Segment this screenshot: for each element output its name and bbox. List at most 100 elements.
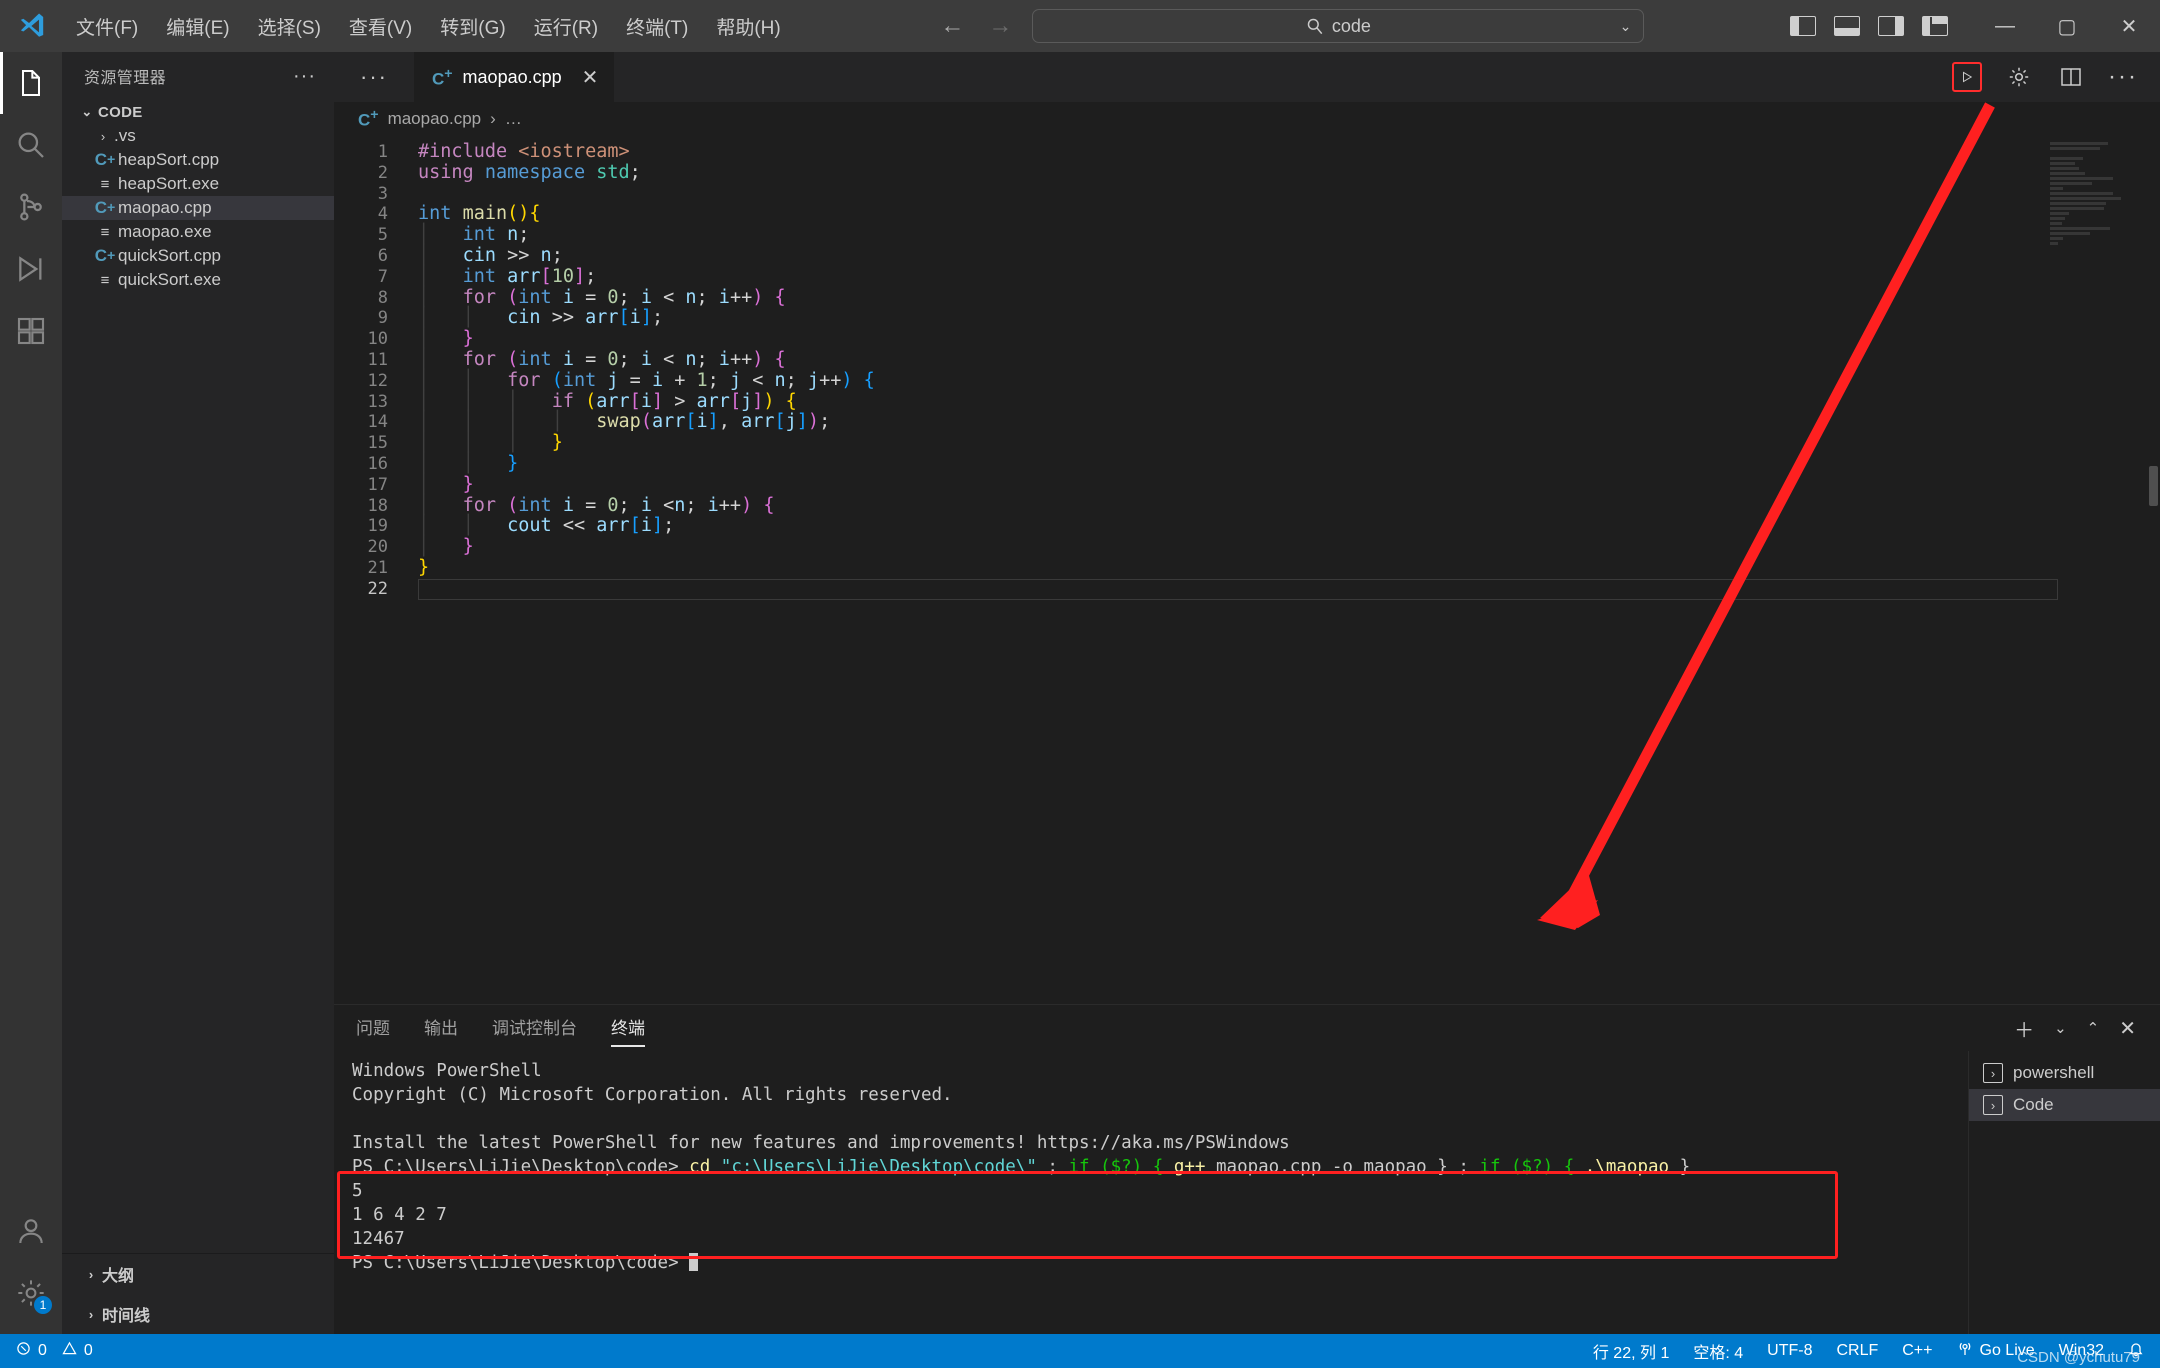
run-code-button[interactable]	[1952, 62, 1982, 92]
toggle-panel-icon[interactable]	[1834, 16, 1860, 36]
tree-root-code[interactable]: ⌄ CODE	[62, 100, 334, 124]
code-line: 19 │ │ cout << arr[i];	[334, 515, 2160, 537]
line-content: │ }	[418, 328, 474, 350]
menu-terminal[interactable]: 终端(T)	[612, 7, 702, 46]
panel-tab-output[interactable]: 输出	[424, 1014, 458, 1043]
code-line: 2 using namespace std;	[334, 162, 2160, 184]
panel-tab-problems[interactable]: 问题	[356, 1014, 390, 1043]
terminal-cursor	[689, 1253, 699, 1271]
tree-item-heapsort-exe[interactable]: ≡ heapSort.exe	[62, 172, 334, 196]
panel-body: Windows PowerShell Copyright (C) Microso…	[334, 1051, 2160, 1334]
settings-gear-icon[interactable]	[2004, 62, 2034, 92]
line-number: 12	[367, 370, 388, 391]
warning-icon	[62, 1341, 77, 1361]
terminal-final-prompt: PS C:\Users\LiJie\Desktop\code>	[352, 1253, 679, 1273]
line-number: 2	[377, 162, 388, 183]
sidebar-more-actions-icon[interactable]: ···	[293, 65, 316, 88]
panel-tab-debug-console[interactable]: 调试控制台	[492, 1014, 577, 1043]
menu-file[interactable]: 文件(F)	[62, 7, 152, 46]
terminal-cmd-if2: if ($?) {	[1479, 1157, 1575, 1177]
activity-bar: 1	[0, 52, 62, 1334]
settings-badge: 1	[34, 1296, 52, 1314]
toggle-secondary-sidebar-icon[interactable]	[1878, 16, 1904, 36]
code-editor[interactable]: 1 #include <iostream> 2 using namespace st…	[334, 136, 2160, 1004]
line-number: 9	[377, 308, 388, 329]
breadcrumb-file[interactable]: maopao.cpp	[388, 109, 482, 129]
breadcrumb-symbols[interactable]: …	[505, 109, 522, 129]
close-icon[interactable]: ✕	[582, 65, 599, 90]
scrollbar-thumb[interactable]	[2149, 466, 2158, 506]
close-button[interactable]: ✕	[2098, 0, 2160, 52]
sidebar-section-outline[interactable]: › 大纲	[62, 1254, 334, 1294]
activity-item-settings[interactable]: 1	[0, 1262, 62, 1324]
activity-item-run-and-debug[interactable]	[0, 238, 62, 300]
line-number: 3	[377, 183, 388, 204]
line-content: │ │ cin >> arr[i];	[418, 307, 664, 329]
code-line: 14 │ │ │ │ swap(arr[i], arr[j]);	[334, 411, 2160, 433]
sidebar-section-timeline[interactable]: › 时间线	[62, 1294, 334, 1334]
status-problems[interactable]: 0 0	[4, 1334, 105, 1368]
maximize-button[interactable]: ▢	[2036, 0, 2098, 52]
split-editor-icon[interactable]	[2056, 62, 2086, 92]
terminal-cmd-path: "c:\Users\LiJie\Desktop\code\"	[720, 1157, 1037, 1177]
tree-item-maopao-cpp[interactable]: C + maopao.cpp	[62, 196, 334, 220]
code-line: 9 │ │ cin >> arr[i];	[334, 307, 2160, 329]
menu-bar: 文件(F) 编辑(E) 选择(S) 查看(V) 转到(G) 运行(R) 终端(T…	[62, 7, 795, 46]
status-cursor-position[interactable]: 行 22, 列 1	[1581, 1334, 1681, 1368]
code-line: 8 │ for (int i = 0; i < n; i++) {	[334, 287, 2160, 309]
editor-scrollbar[interactable]	[2146, 136, 2160, 1004]
activity-item-explorer[interactable]	[0, 52, 62, 114]
terminal-cmd-gpp: g++	[1173, 1157, 1206, 1177]
menu-edit[interactable]: 编辑(E)	[152, 7, 243, 46]
terminal-instance-code[interactable]: › Code	[1969, 1089, 2160, 1121]
tree-item-quicksort-cpp[interactable]: C + quickSort.cpp	[62, 244, 334, 268]
tree-item-heapsort-cpp[interactable]: C + heapSort.cpp	[62, 148, 334, 172]
customize-layout-icon[interactable]	[1922, 16, 1948, 36]
tree-item-quicksort-exe[interactable]: ≡ quickSort.exe	[62, 268, 334, 292]
editor-tab-maopao-cpp[interactable]: C+ maopao.cpp ✕	[413, 52, 615, 102]
line-number: 7	[377, 266, 388, 287]
menu-selection[interactable]: 选择(S)	[244, 7, 335, 46]
terminal-dropdown-chevron-icon[interactable]: ⌄	[2054, 1019, 2067, 1037]
new-terminal-plus-icon[interactable]: ＋	[2014, 1014, 2034, 1043]
maximize-panel-chevron-icon[interactable]: ⌃	[2087, 1019, 2100, 1037]
status-eol[interactable]: CRLF	[1824, 1334, 1890, 1368]
navigation-buttons: ← →	[940, 12, 1012, 40]
status-indentation[interactable]: 空格: 4	[1681, 1334, 1755, 1368]
menu-view[interactable]: 查看(V)	[335, 7, 426, 46]
line-number: 4	[377, 204, 388, 225]
chevron-down-icon[interactable]: ⌄	[1620, 18, 1632, 35]
tree-item-vs-folder[interactable]: › .vs	[62, 124, 334, 148]
minimize-button[interactable]: —	[1974, 0, 2036, 52]
panel-tab-terminal[interactable]: 终端	[611, 1014, 645, 1047]
line-content: │ }	[418, 473, 474, 495]
activity-item-accounts[interactable]	[0, 1200, 62, 1262]
line-number: 19	[367, 516, 388, 537]
line-content: │ │ │ │ swap(arr[i], arr[j]);	[418, 411, 831, 433]
sidebar-title: 资源管理器	[84, 70, 167, 87]
menu-go[interactable]: 转到(G)	[426, 7, 519, 46]
terminal-instance-powershell[interactable]: › powershell	[1969, 1057, 2160, 1089]
command-center-search[interactable]: code ⌄	[1032, 9, 1645, 43]
close-panel-icon[interactable]: ✕	[2119, 1016, 2136, 1041]
activity-item-source-control[interactable]	[0, 176, 62, 238]
go-back-icon[interactable]: ←	[940, 12, 964, 40]
terminal[interactable]: Windows PowerShell Copyright (C) Microso…	[334, 1051, 1968, 1334]
line-content: │ int n;	[418, 224, 530, 246]
menu-help[interactable]: 帮助(H)	[702, 7, 794, 46]
toggle-primary-sidebar-icon[interactable]	[1790, 16, 1816, 36]
minimap[interactable]	[2050, 142, 2146, 247]
terminal-cmd-sep2: ;	[1447, 1157, 1480, 1177]
menu-run[interactable]: 运行(R)	[520, 7, 612, 46]
code-line: 18 │ for (int i = 0; i <n; i++) {	[334, 495, 2160, 517]
status-encoding[interactable]: UTF-8	[1755, 1334, 1824, 1368]
line-number: 16	[367, 453, 388, 474]
breadcrumb: C+ maopao.cpp › …	[334, 102, 2160, 136]
activity-item-extensions[interactable]	[0, 300, 62, 362]
tabs-more-icon[interactable]: ···	[334, 52, 414, 102]
status-language-mode[interactable]: C++	[1890, 1334, 1944, 1368]
more-actions-ellipsis-icon[interactable]: ···	[2108, 62, 2138, 92]
tree-item-maopao-exe[interactable]: ≡ maopao.exe	[62, 220, 334, 244]
activity-item-search[interactable]	[0, 114, 62, 176]
go-forward-icon[interactable]: →	[988, 12, 1012, 40]
